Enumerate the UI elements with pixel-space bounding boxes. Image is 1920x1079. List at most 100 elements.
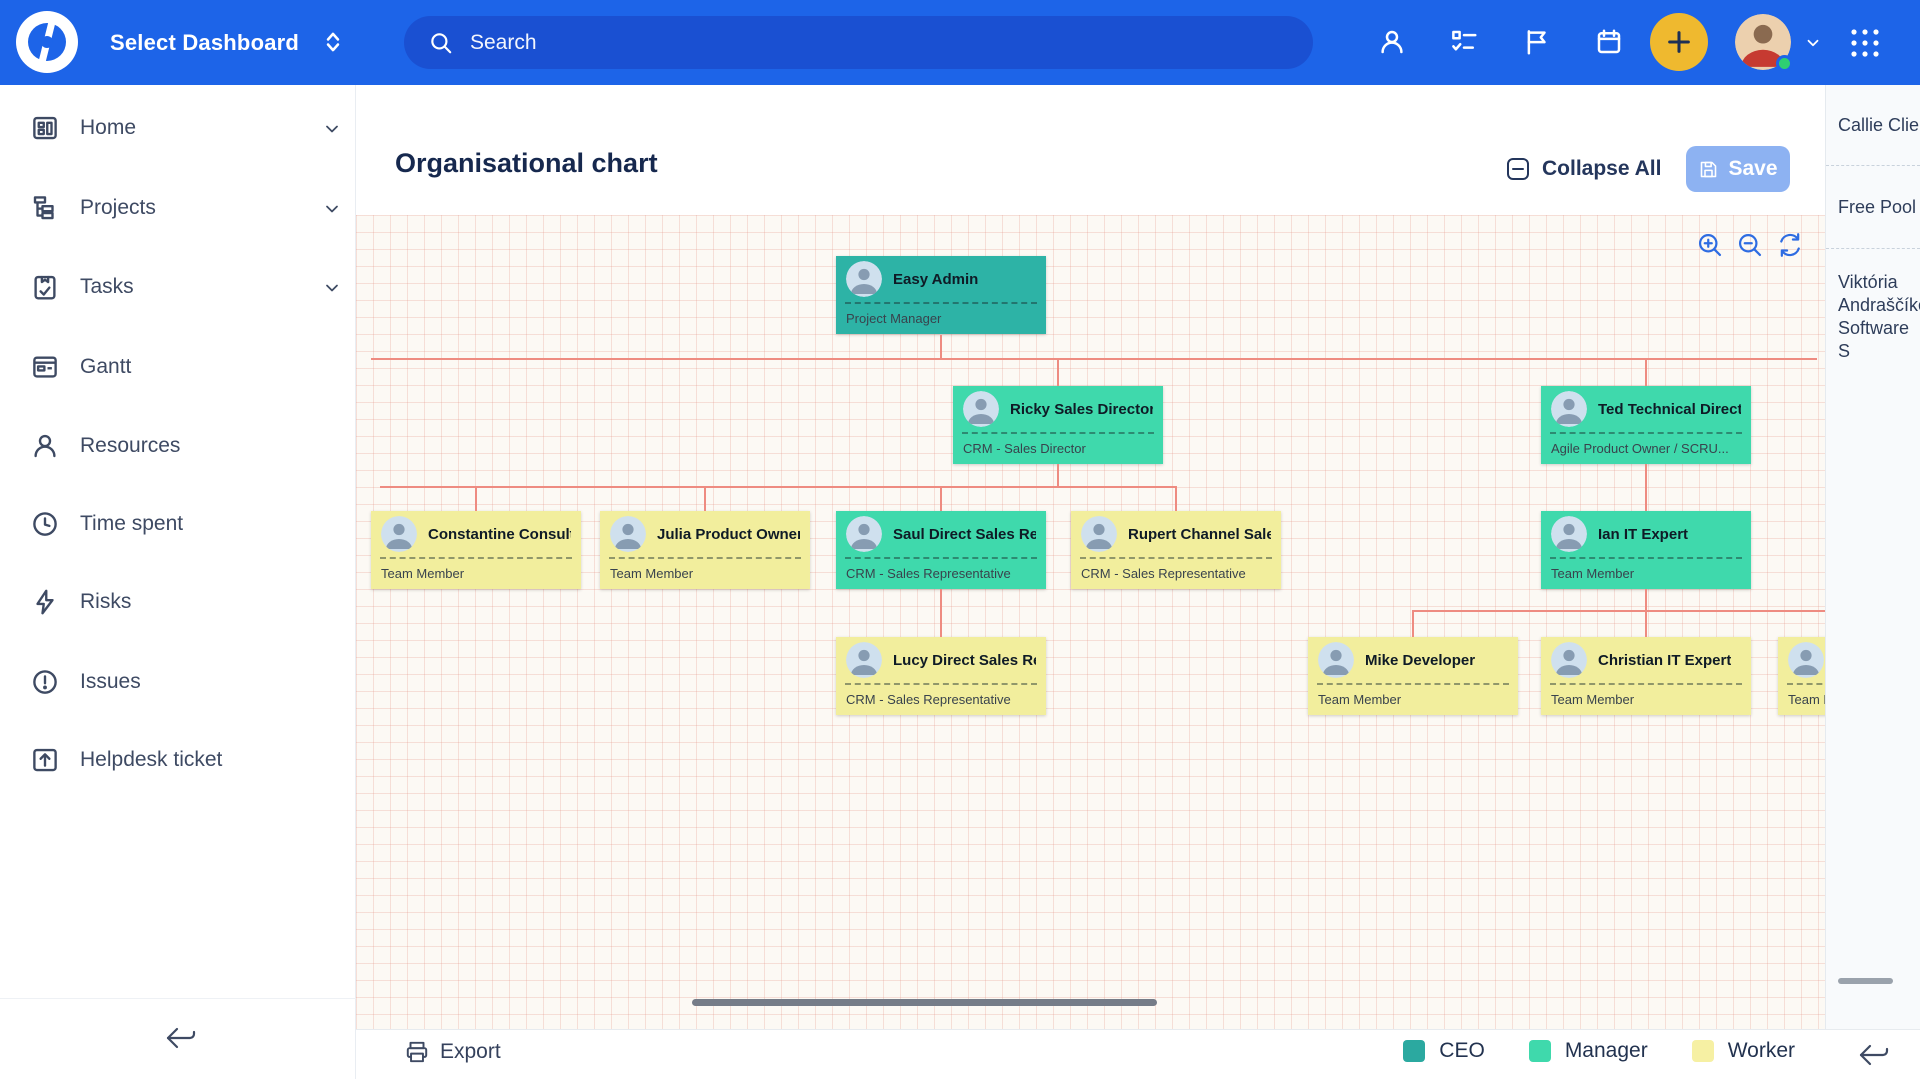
search-icon [428, 30, 454, 56]
org-canvas[interactable]: Easy AdminProject Manager Ricky Sales Dir… [356, 215, 1825, 1029]
org-node[interactable]: Ian IT ExpertTeam Member [1541, 511, 1751, 589]
checklist-icon[interactable] [1449, 27, 1479, 57]
canvas-controls [1696, 231, 1804, 259]
connector-line [1645, 464, 1647, 511]
member-role: Team Member [371, 559, 581, 581]
legend: CEOManagerWorker [1403, 1039, 1795, 1063]
legend-label: CEO [1439, 1039, 1485, 1063]
connector-line [704, 488, 706, 511]
member-name: Rupert Channel Sale... [1128, 526, 1271, 543]
refresh-icon[interactable] [1776, 231, 1804, 259]
search-input[interactable] [468, 30, 1172, 56]
chevron-down-icon[interactable] [1804, 34, 1822, 52]
member-role: Team Member [1541, 559, 1751, 581]
member-avatar [1551, 516, 1587, 552]
dashboard-selector[interactable]: Select Dashboard [110, 0, 299, 85]
app-logo-icon[interactable] [15, 10, 79, 74]
sidebar-item-helpdesk-ticket[interactable]: Helpdesk ticket [0, 738, 355, 782]
pool-resource-item[interactable]: Free Pool [1826, 166, 1920, 249]
org-node[interactable]: Team Member [1778, 637, 1825, 715]
member-avatar [963, 391, 999, 427]
search-bar[interactable] [404, 16, 1313, 69]
sidebar-item-time-spent[interactable]: Time spent [0, 502, 355, 546]
member-name: Ricky Sales Director [1010, 401, 1153, 418]
connector-line [1645, 612, 1647, 637]
collapse-all-button[interactable]: Collapse All [1505, 152, 1661, 186]
org-node[interactable]: Rupert Channel Sale...CRM - Sales Repres… [1071, 511, 1281, 589]
chevron-down-icon[interactable] [322, 278, 342, 298]
member-role: Agile Product Owner / SCRU... [1541, 434, 1751, 456]
zoom-in-icon[interactable] [1696, 231, 1724, 259]
save-label: Save [1728, 157, 1777, 181]
pool-resource-item[interactable]: Viktória Andraščíková Software S [1826, 249, 1920, 471]
org-node[interactable]: Lucy Direct Sales RepCRM - Sales Represe… [836, 637, 1046, 715]
chevron-down-icon[interactable] [322, 119, 342, 139]
chevron-down-icon[interactable] [322, 199, 342, 219]
time-spent-icon [30, 509, 60, 539]
org-node[interactable]: Easy AdminProject Manager [836, 256, 1046, 334]
collapse-all-label: Collapse All [1542, 157, 1661, 181]
save-button[interactable]: Save [1686, 146, 1790, 192]
member-role: Team Member [1778, 685, 1825, 707]
zoom-out-icon[interactable] [1736, 231, 1764, 259]
calendar-icon[interactable] [1594, 27, 1624, 57]
org-node[interactable]: Julia Product OwnerTeam Member [600, 511, 810, 589]
user-avatar[interactable] [1735, 14, 1791, 70]
org-node[interactable]: Christian IT Expert Team Member [1541, 637, 1751, 715]
member-avatar [846, 642, 882, 678]
export-button[interactable]: Export [404, 1039, 501, 1065]
user-icon[interactable] [1377, 27, 1407, 57]
member-role: Team Member [600, 559, 810, 581]
connector-line [940, 589, 942, 637]
legend-swatch [1692, 1040, 1714, 1062]
sidebar-item-label: Tasks [80, 275, 134, 299]
member-avatar [1551, 391, 1587, 427]
org-node[interactable]: Saul Direct Sales Rep CRM - Sales Represe… [836, 511, 1046, 589]
resource-panel: Callie ClientFree PoolViktória Andraščík… [1825, 85, 1920, 1029]
tasks-icon [30, 272, 60, 302]
app-window: Select Dashboard [0, 0, 1920, 1079]
legend-label: Worker [1728, 1039, 1795, 1063]
collapse-sidebar-icon[interactable] [160, 1023, 200, 1053]
sidebar-item-tasks[interactable]: Tasks [0, 265, 355, 309]
member-name: Saul Direct Sales Rep [893, 526, 1036, 543]
home-icon [30, 113, 60, 143]
unfold-more-icon[interactable] [318, 27, 348, 57]
horizontal-scrollbar[interactable] [692, 999, 1157, 1006]
member-role: CRM - Sales Representative [836, 559, 1046, 581]
sidebar-item-issues[interactable]: Issues [0, 660, 355, 704]
connector-line [1057, 360, 1059, 386]
pool-resource-item[interactable]: Callie Client [1826, 85, 1920, 166]
collapse-panel-icon[interactable] [1853, 1040, 1893, 1070]
org-node[interactable]: Ted Technical DirectorAgile Product Owne… [1541, 386, 1751, 464]
sidebar-item-gantt[interactable]: Gantt [0, 345, 355, 389]
flag-icon[interactable] [1522, 27, 1552, 57]
org-node[interactable]: Mike DeveloperTeam Member [1308, 637, 1518, 715]
sidebar-item-home[interactable]: Home [0, 106, 355, 150]
member-name: Constantine Consult... [428, 526, 571, 543]
panel-scrollbar[interactable] [1838, 978, 1893, 984]
sidebar-item-label: Time spent [80, 512, 183, 536]
org-node[interactable]: Constantine Consult... Team Member [371, 511, 581, 589]
resources-icon [30, 431, 60, 461]
connector-line [1412, 612, 1414, 637]
member-avatar [381, 516, 417, 552]
topbar: Select Dashboard [0, 0, 1920, 85]
member-name: Christian IT Expert [1598, 652, 1731, 669]
sidebar-item-projects[interactable]: Projects [0, 186, 355, 230]
sidebar-nav: Home Projects Tasks Gantt Resources Time spen… [0, 85, 356, 1079]
save-icon [1698, 159, 1719, 180]
member-role: Team Member [1541, 685, 1751, 707]
org-node[interactable]: Ricky Sales DirectorCRM - Sales Director [953, 386, 1163, 464]
sidebar-item-risks[interactable]: Risks [0, 580, 355, 624]
connector-line [1057, 464, 1059, 487]
connector-line [1645, 589, 1647, 611]
connector-line [1645, 360, 1647, 386]
add-button[interactable] [1650, 13, 1708, 71]
connector-line [940, 335, 942, 359]
sidebar-item-label: Helpdesk ticket [80, 748, 222, 772]
risks-icon [30, 587, 60, 617]
sidebar-item-label: Home [80, 116, 136, 140]
sidebar-item-resources[interactable]: Resources [0, 424, 355, 468]
apps-grid-icon[interactable] [1848, 26, 1882, 60]
